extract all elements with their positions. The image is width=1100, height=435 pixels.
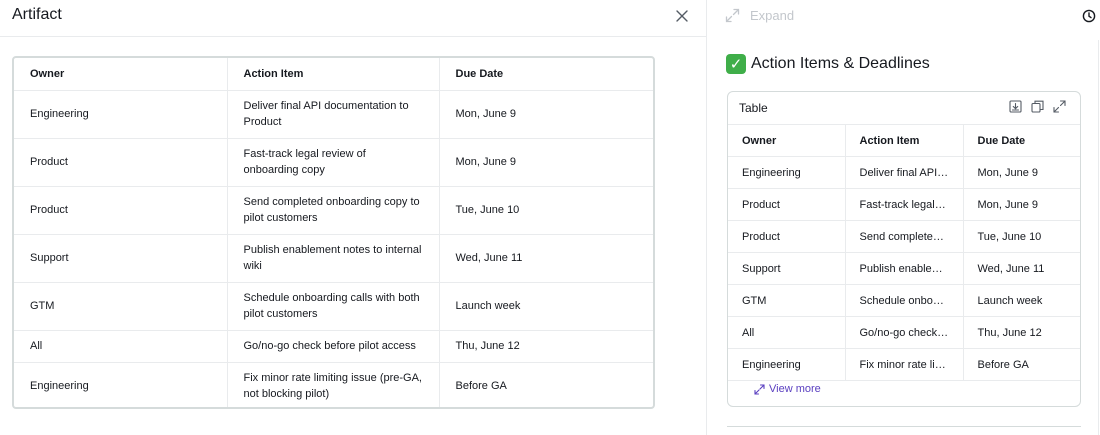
table-row: GTM Schedule onboarding calls with both … (14, 282, 653, 331)
cell-action: Fast-track legal review of onboarding co… (227, 138, 440, 187)
download-icon (1009, 100, 1022, 113)
close-icon (676, 10, 688, 22)
cell-action: Go/no-go check before pilot access (845, 316, 964, 349)
cell-action: Go/no-go check before pilot access (227, 330, 440, 363)
expand-icon (1053, 100, 1066, 113)
cell-due: Tue, June 10 (439, 186, 653, 235)
cell-action: Publish enablement notes to internal wik… (227, 234, 440, 283)
cell-owner: Product (728, 188, 846, 221)
cell-owner: Support (14, 234, 228, 283)
cell-owner: Engineering (14, 90, 228, 139)
cell-owner: Product (728, 220, 846, 253)
table-card-header: Table (728, 92, 1080, 124)
table-row: All Go/no-go check before pilot access T… (728, 316, 1080, 349)
section-heading: ✓ Action Items & Deadlines (726, 54, 930, 74)
chat-panel: Expand ✓ Action Items & Deadlines Table (707, 0, 1100, 435)
cell-due: Wed, June 11 (963, 252, 1080, 285)
table-card-title: Table (739, 101, 768, 115)
cell-owner: Product (14, 138, 228, 187)
table-row: Product Send completed onboarding copy t… (728, 220, 1080, 253)
table-row: Engineering Deliver final API documentat… (728, 156, 1080, 189)
table-card-actions (1009, 100, 1066, 113)
cell-action: Send completed onboarding copy to pilot … (845, 220, 964, 253)
divider (727, 426, 1081, 427)
check-mark-icon: ✓ (726, 54, 746, 74)
artifact-panel: Artifact Owner Action Item Due Date Engi… (0, 0, 706, 435)
view-more-link[interactable]: View more (754, 383, 821, 395)
download-button[interactable] (1009, 100, 1022, 113)
cell-owner: Support (728, 252, 846, 285)
cell-due: Before GA (455, 380, 507, 393)
cell-due: Launch week (963, 284, 1080, 317)
expand-button[interactable]: Expand (725, 8, 794, 23)
cell-due: Wed, June 11 (439, 234, 653, 283)
cell-action: Publish enablement notes to internal wik… (845, 252, 964, 285)
cell-due: Thu, June 12 (439, 330, 653, 363)
table-row: Support Publish enablement notes to inte… (728, 252, 1080, 285)
scroll-track (1098, 40, 1099, 435)
artifact-title: Artifact (12, 6, 62, 23)
close-button[interactable] (673, 7, 691, 25)
cell-due: Tue, June 10 (963, 220, 1080, 253)
cell-action: Fix minor rate limiting issue (pre-GA, n… (845, 348, 964, 381)
cell-due: Thu, June 12 (963, 316, 1080, 349)
table-row: Product Fast-track legal review of onboa… (728, 188, 1080, 221)
table-row: Engineering Fix minor rate limiting issu… (14, 362, 653, 407)
table-row: Support Publish enablement notes to inte… (14, 234, 653, 283)
table-row: Engineering Fix minor rate limiting issu… (728, 348, 1080, 381)
cell-due: Mon, June 9 (439, 138, 653, 187)
expand-icon (754, 383, 765, 395)
cell-action: Schedule onboarding calls with both pilo… (227, 282, 440, 331)
copy-icon (1031, 100, 1044, 113)
cell-action: Deliver final API documentation to Produ… (227, 90, 440, 139)
column-header-owner: Owner (14, 58, 228, 91)
preview-table: Owner Action Item Due Date Engineering D… (728, 124, 1080, 381)
table-row: Engineering Deliver final API documentat… (14, 90, 653, 139)
cell-owner: Engineering (728, 348, 846, 381)
column-header-action-item: Action Item (227, 58, 440, 91)
table-row: All Go/no-go check before pilot access T… (14, 330, 653, 363)
cell-due: Launch week (439, 282, 653, 331)
cell-owner: All (14, 330, 228, 363)
cell-action: Fix minor rate limiting issue (pre-GA, n… (227, 362, 440, 407)
column-header-due-date: Due Date (439, 58, 653, 91)
history-button[interactable] (1082, 9, 1096, 23)
cell-owner: GTM (728, 284, 846, 317)
view-more-label: View more (769, 383, 821, 395)
cell-owner: All (728, 316, 846, 349)
table-row: GTM Schedule onboarding calls with both … (728, 284, 1080, 317)
table-row: Product Send completed onboarding copy t… (14, 186, 653, 235)
cell-action: Schedule onboarding calls with both pilo… (845, 284, 964, 317)
cell-owner: Engineering (728, 156, 846, 189)
column-header-owner: Owner (728, 124, 846, 157)
section-heading-text: Action Items & Deadlines (751, 55, 930, 72)
cell-due: Mon, June 9 (963, 156, 1080, 189)
copy-button[interactable] (1031, 100, 1044, 113)
expand-table-button[interactable] (1053, 100, 1066, 113)
cell-due: Before GA (963, 348, 1080, 381)
expand-icon (725, 8, 740, 23)
cell-owner: Product (14, 186, 228, 235)
cell-action: Deliver final API documentation to Produ… (845, 156, 964, 189)
artifact-header: Artifact (0, 0, 706, 37)
artifact-table: Owner Action Item Due Date Engineering D… (12, 56, 655, 409)
cell-action: Fast-track legal review of onboarding co… (845, 188, 964, 221)
cell-owner: Engineering (14, 362, 228, 407)
cell-action: Send completed onboarding copy to pilot … (227, 186, 440, 235)
cell-owner: GTM (14, 282, 228, 331)
table-row: Product Fast-track legal review of onboa… (14, 138, 653, 187)
table-card: Table Owner Action Item Due Date Enginee… (727, 91, 1081, 407)
expand-label: Expand (750, 8, 795, 23)
clock-icon (1082, 9, 1096, 23)
cell-due: Mon, June 9 (439, 90, 653, 139)
column-header-action-item: Action Item (845, 124, 964, 157)
cell-due: Mon, June 9 (963, 188, 1080, 221)
column-header-due-date: Due Date (963, 124, 1080, 157)
